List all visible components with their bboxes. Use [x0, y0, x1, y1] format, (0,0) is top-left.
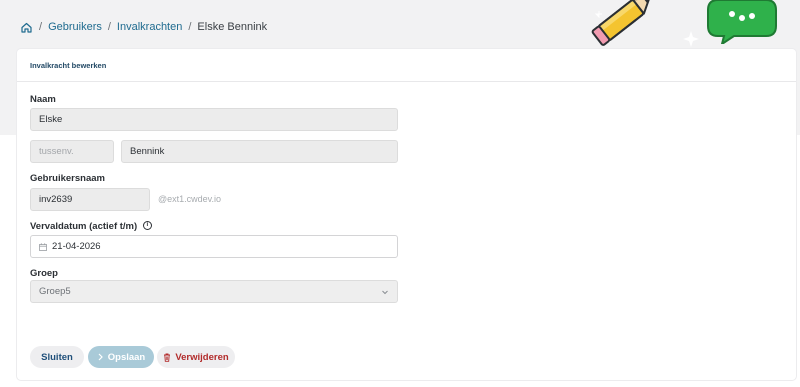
pencil-illustration-icon	[591, 0, 651, 46]
username-input[interactable]: inv2639	[30, 188, 150, 211]
chevron-right-icon	[97, 353, 104, 361]
vervaldatum-label: Vervaldatum (actief t/m) i	[30, 220, 152, 232]
save-button-label: Opslaan	[107, 351, 146, 363]
gebruikersnaam-label: Gebruikersnaam	[30, 173, 105, 184]
expiry-date-value: 21-04-2026	[52, 241, 101, 252]
edit-substitute-card: Invalkracht bewerken	[17, 49, 796, 380]
info-icon[interactable]: i	[142, 220, 152, 230]
expiry-date-input[interactable]: 21-04-2026	[30, 235, 398, 258]
group-select-value: Groep5	[39, 286, 71, 297]
breadcrumb: / Gebruikers / Invalkrachten / Elske Ben…	[20, 19, 267, 35]
close-button-label: Sluiten	[41, 351, 73, 363]
last-name-input[interactable]: Bennink	[121, 140, 398, 163]
breadcrumb-current: Elske Bennink	[197, 21, 268, 33]
chevron-down-icon	[381, 288, 389, 296]
breadcrumb-separator: /	[188, 21, 192, 33]
delete-button[interactable]: Verwijderen	[157, 346, 235, 368]
infix-input[interactable]: tussenv.	[30, 140, 114, 163]
vervaldatum-label-text: Vervaldatum (actief t/m)	[30, 221, 138, 232]
chat-bubble-icon	[707, 0, 777, 44]
breadcrumb-separator: /	[107, 21, 111, 33]
trash-icon	[163, 353, 171, 362]
breadcrumb-separator: /	[39, 21, 43, 33]
sparkle-icon	[683, 31, 699, 47]
home-icon[interactable]	[20, 21, 33, 34]
breadcrumb-link-invalkrachten[interactable]: Invalkrachten	[117, 21, 182, 33]
first-name-input[interactable]: Elske	[30, 108, 398, 131]
breadcrumb-link-gebruikers[interactable]: Gebruikers	[48, 21, 102, 33]
card-title: Invalkracht bewerken	[17, 49, 796, 82]
naam-label: Naam	[30, 94, 56, 105]
save-button[interactable]: Opslaan	[88, 346, 154, 368]
group-select[interactable]: Groep5	[30, 280, 398, 303]
calendar-icon	[39, 242, 47, 251]
close-button[interactable]: Sluiten	[30, 346, 84, 368]
delete-button-label: Verwijderen	[175, 351, 229, 363]
username-domain-suffix: @ext1.cwdev.io	[158, 194, 221, 204]
groep-label: Groep	[30, 268, 58, 279]
